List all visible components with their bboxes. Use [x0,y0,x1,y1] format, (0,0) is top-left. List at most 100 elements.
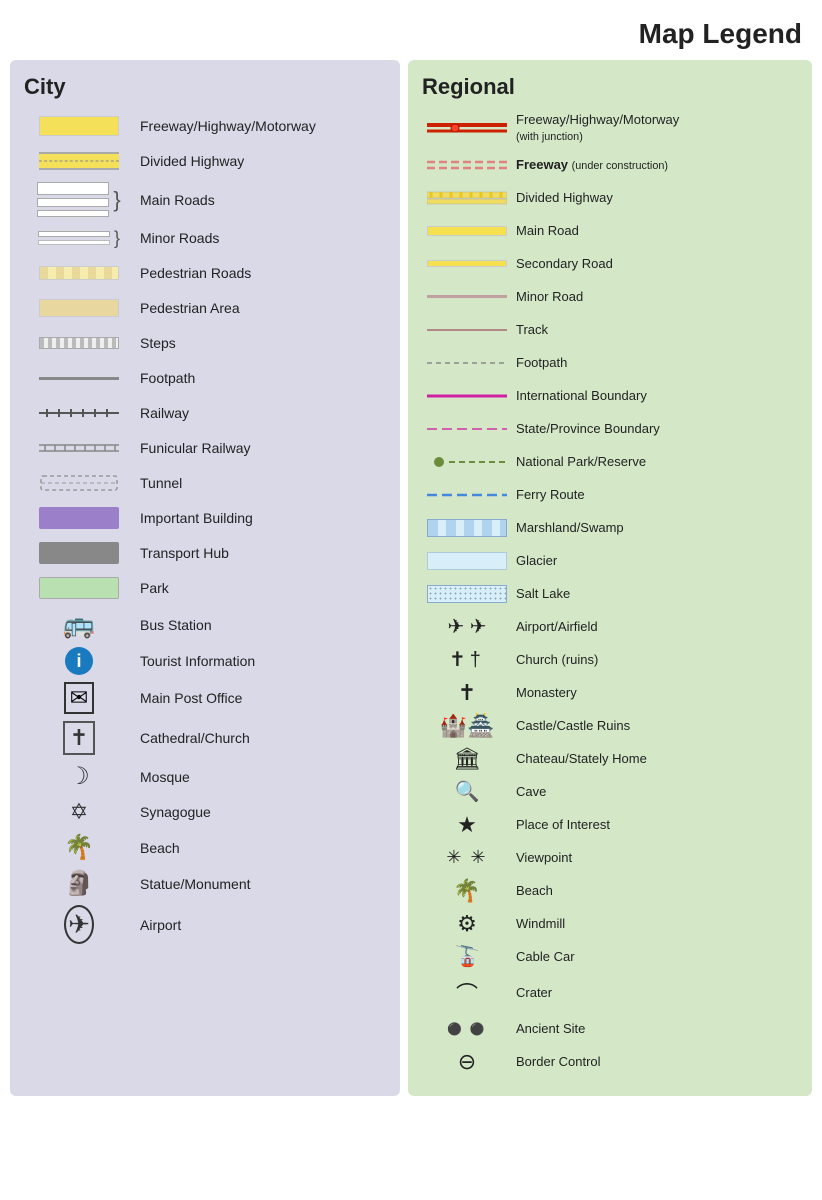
main-road-r-label: Main Road [512,223,579,239]
cathedral-symbol: ✝ [24,721,134,755]
regional-section: Regional Freeway/Highway/Motorway(with j… [408,60,812,1096]
list-item: ✈ ✈ Airport/Airfield [422,614,802,640]
pedestrian-area-label: Pedestrian Area [134,300,240,316]
list-item: ✡ Synagogue [24,798,390,826]
list-item: Divided Highway [24,147,390,175]
list-item: Funicular Railway [24,434,390,462]
crater-icon: ⌒ [456,977,478,1009]
chateau-label: Chateau/Stately Home [512,751,647,767]
list-item: 🏛 Chateau/Stately Home [422,746,802,772]
post-office-symbol: ✉ [24,682,134,714]
list-item: Freeway/Highway/Motorway [24,112,390,140]
list-item: ✝ Monastery [422,680,802,706]
border-control-icon: ⊖ [458,1049,476,1075]
beach-r-icon: 🌴 [453,878,480,904]
list-item: ✝† Church (ruins) [422,647,802,673]
airplane-icon: ✈ ✈ [447,614,486,639]
national-park-symbol [422,456,512,468]
pedestrian-area-symbol [24,299,134,317]
list-item: Marshland/Swamp [422,515,802,541]
monastery-icon: ✝ [458,680,476,706]
windmill-symbol: ⚙ [422,911,512,937]
transport-hub-label: Transport Hub [134,545,229,561]
important-building-symbol [24,507,134,529]
list-item: 🏰🏯 Castle/Castle Ruins [422,713,802,739]
list-item: Important Building [24,504,390,532]
cave-label: Cave [512,784,546,800]
railway-symbol [24,406,134,420]
list-item: ✳ ✳ Viewpoint [422,845,802,871]
national-park-label: National Park/Reserve [512,454,646,470]
cathedral-label: Cathedral/Church [134,730,250,746]
statue-icon: 🗿 [64,869,94,898]
tunnel-symbol [24,474,134,492]
park-label: Park [134,580,169,596]
footpath-r-symbol [422,360,512,366]
list-item: Freeway (under construction) [422,152,802,178]
list-item: Salt Lake [422,581,802,607]
synagogue-symbol: ✡ [24,799,134,825]
list-item: ✈ Airport [24,905,390,944]
freeway-junc-icon [427,121,507,135]
list-item: Secondary Road [422,251,802,277]
divided-hwy-r-icon [427,191,507,205]
intl-boundary-symbol [422,392,512,400]
freeway-junc-label: Freeway/Highway/Motorway(with junction) [512,112,679,145]
chateau-icon: 🏛 [453,746,481,772]
freeway-constr-icon [427,158,507,172]
important-building-label: Important Building [134,510,253,526]
list-item: International Boundary [422,383,802,409]
crescent-icon: ☽ [68,762,90,791]
place-interest-label: Place of Interest [512,817,610,833]
list-item: Park [24,574,390,602]
viewpoint-icon: ✳ ✳ [446,847,487,868]
tunnel-icon [39,474,119,492]
transport-hub-symbol [24,542,134,564]
cave-icon: 🔍 [455,779,480,804]
airport-r-label: Airport/Airfield [512,619,598,635]
steps-label: Steps [134,335,176,351]
list-item: Main Road [422,218,802,244]
castle-label: Castle/Castle Ruins [512,718,630,734]
glacier-symbol [422,552,512,570]
list-item: Footpath [24,364,390,392]
list-item: Ferry Route [422,482,802,508]
funicular-icon [39,441,119,455]
ancient-site-icon: ⚫ ⚫ [447,1022,486,1036]
minor-roads-label: Minor Roads [134,230,219,246]
list-item: Minor Road [422,284,802,310]
cave-symbol: 🔍 [422,779,512,804]
minor-road-r-symbol [422,295,512,298]
steps-symbol [24,337,134,349]
divided-hwy-r-symbol [422,191,512,205]
beach-r-label: Beach [512,883,553,899]
chateau-symbol: 🏛 [422,746,512,772]
pedestrian-roads-label: Pedestrian Roads [134,265,251,281]
castle-icon: 🏰🏯 [440,713,495,739]
page-title: Map Legend [0,0,822,60]
list-item: ⚙ Windmill [422,911,802,937]
intl-boundary-label: International Boundary [512,388,647,404]
marshland-label: Marshland/Swamp [512,520,624,536]
main-road-r-symbol [422,226,512,236]
freeway-constr-label: Freeway (under construction) [512,157,668,174]
state-boundary-icon [427,426,507,432]
monastery-label: Monastery [512,685,577,701]
airport-r-symbol: ✈ ✈ [422,614,512,639]
minor-roads-symbol: } [24,229,134,247]
cable-car-icon: 🚡 [455,944,480,969]
bus-station-label: Bus Station [134,617,212,633]
airport-symbol: ✈ [24,905,134,944]
footpath-r-label: Footpath [512,355,567,371]
envelope-icon: ✉ [64,682,94,714]
list-item: Transport Hub [24,539,390,567]
border-control-label: Border Control [512,1054,601,1070]
beach-icon: 🌴 [64,833,94,862]
railway-icon [39,406,119,420]
list-item: Glacier [422,548,802,574]
list-item: State/Province Boundary [422,416,802,442]
pedestrian-roads-symbol [24,266,134,280]
railway-label: Railway [134,405,189,421]
church-ruins-symbol: ✝† [422,647,512,672]
airplane-circle-icon: ✈ [64,905,94,944]
